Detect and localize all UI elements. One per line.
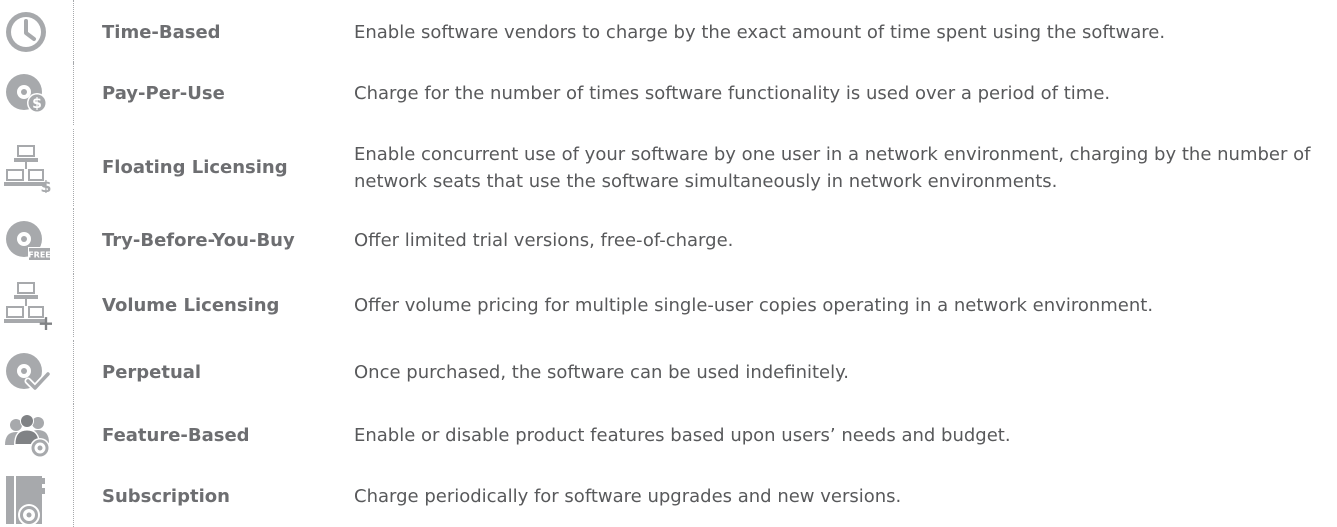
model-description: Charge for the number of times software … (354, 82, 1111, 104)
model-name: Pay-Per-Use (102, 82, 225, 104)
model-name: Subscription (102, 486, 230, 507)
model-name: Volume Licensing (102, 294, 280, 316)
row-divider (73, 466, 74, 527)
list-item: Perpetual Once purchased, the software c… (0, 340, 1337, 404)
disc-dollar-icon: $ (0, 61, 80, 125)
disc-free-icon: FREE (0, 208, 80, 272)
box-disc-icon (0, 466, 80, 527)
row-divider (73, 403, 74, 467)
row-divider (73, 129, 74, 206)
licensing-models-list: Time-Based Enable software vendors to ch… (0, 0, 1337, 527)
row-divider (73, 208, 74, 272)
model-name: Feature-Based (102, 424, 250, 446)
model-name: Time-Based (102, 21, 221, 43)
list-item: Feature-Based Enable or disable product … (0, 403, 1337, 467)
users-disc-icon (0, 403, 80, 467)
model-description: Offer limited trial versions, free-of-ch… (354, 229, 734, 251)
clock-icon (0, 0, 80, 64)
model-name: Floating Licensing (102, 157, 288, 178)
model-description: Charge periodically for software upgrade… (354, 486, 902, 507)
row-divider (73, 0, 74, 64)
network-plus-icon: + (0, 273, 80, 337)
disc-check-icon (0, 340, 80, 404)
list-item: $ Pay-Per-Use Charge for the number of t… (0, 61, 1337, 125)
list-item: Time-Based Enable software vendors to ch… (0, 0, 1337, 64)
model-name: Try-Before-You-Buy (102, 229, 295, 251)
row-divider (73, 340, 74, 404)
row-divider (73, 61, 74, 125)
model-description: Offer volume pricing for multiple single… (354, 294, 1154, 316)
list-item: $ Floating Licensing Enable concurrent u… (0, 129, 1337, 206)
network-dollar-icon: $ (0, 129, 80, 206)
list-item: Subscription Charge periodically for sof… (0, 466, 1337, 527)
model-description: Enable software vendors to charge by the… (354, 21, 1166, 43)
model-description: Once purchased, the software can be used… (354, 361, 849, 383)
list-item: FREE Try-Before-You-Buy Offer limited tr… (0, 208, 1337, 272)
model-name: Perpetual (102, 361, 202, 383)
row-divider (73, 273, 74, 337)
dollar-badge: $ (40, 177, 51, 193)
list-item: + Volume Licensing Offer volume pricing … (0, 273, 1337, 337)
plus-badge: + (38, 311, 52, 330)
dollar-badge: $ (32, 96, 42, 112)
free-badge: FREE (28, 251, 51, 260)
model-description: Enable or disable product features based… (354, 424, 1011, 446)
model-description: Enable concurrent use of your software b… (354, 143, 1311, 192)
